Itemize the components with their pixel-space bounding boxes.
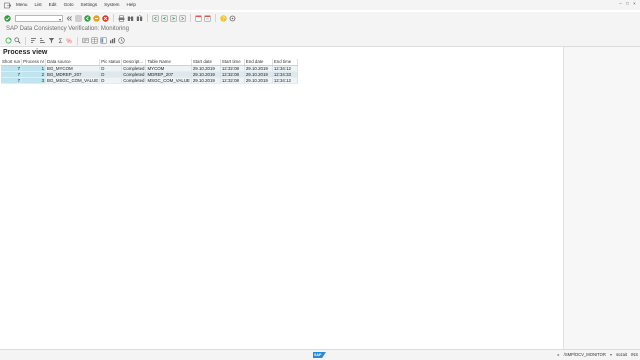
cancel-button[interactable] — [101, 14, 109, 22]
menu-item-edit[interactable]: Edit — [49, 0, 57, 10]
new-session-icon[interactable] — [194, 14, 202, 22]
cell-short-run[interactable]: 7 — [1, 77, 23, 84]
cell-end-date[interactable]: 29.10.2019 — [244, 77, 273, 84]
menu-bar: Menu List Edit Goto Settings System Help… — [0, 0, 640, 10]
last-page-icon[interactable] — [178, 14, 186, 22]
sap-logo: SAP — [313, 352, 326, 358]
menu-item-help[interactable]: Help — [126, 0, 135, 10]
side-panel — [563, 47, 640, 349]
save-icon[interactable] — [74, 14, 82, 22]
menu-exit-icon[interactable] — [3, 1, 11, 9]
svg-text:?: ? — [222, 16, 225, 22]
graphics-icon[interactable] — [108, 37, 116, 45]
print-icon[interactable] — [117, 14, 125, 22]
svg-text:Σ: Σ — [58, 38, 62, 44]
enter-button[interactable] — [3, 14, 11, 22]
process-table: Short run Process nr Data source Pic sta… — [1, 59, 298, 84]
toolbar-separator — [113, 14, 114, 22]
main-content: Process view Short run Process nr Data s… — [0, 47, 563, 349]
maximize-button[interactable]: □ — [625, 1, 630, 6]
minimize-button[interactable]: – — [618, 1, 623, 6]
column-header-process-nr[interactable]: Process nr — [21, 59, 47, 66]
cell-data-source[interactable]: BG_MSGC_COM_VALUE — [45, 77, 101, 84]
double-chevron-left-icon[interactable] — [65, 14, 73, 22]
application-toolbar: Σ % — [0, 35, 640, 47]
find-icon[interactable] — [126, 14, 134, 22]
column-header-pic-status[interactable]: Pic status — [99, 59, 123, 66]
cell-pic-status[interactable]: D — [99, 77, 123, 84]
chevron-down-icon[interactable]: ▾ — [610, 352, 612, 357]
command-field[interactable]: ▾ — [15, 14, 63, 23]
previous-page-icon[interactable] — [160, 14, 168, 22]
cell-process-nr[interactable]: 3 — [21, 77, 47, 84]
system-toolbar: ▾ ? — [0, 12, 640, 24]
window-controls: – □ × — [618, 1, 637, 6]
sum-icon[interactable]: Σ — [56, 37, 64, 45]
cell-description[interactable]: Completed — [121, 77, 147, 84]
filter-icon[interactable] — [47, 37, 55, 45]
menu-item-settings[interactable]: Settings — [81, 0, 98, 10]
history-icon[interactable] — [117, 37, 125, 45]
chevron-down-icon[interactable]: ▾ — [59, 16, 61, 23]
shortcut-icon[interactable] — [203, 14, 211, 22]
cell-description[interactable]: Completed — [121, 71, 147, 78]
customize-layout-icon[interactable] — [228, 14, 236, 22]
next-page-icon[interactable] — [169, 14, 177, 22]
section-title: Process view — [3, 49, 48, 56]
cell-start-date[interactable]: 29.10.2019 — [191, 77, 221, 84]
cell-end-time[interactable]: 12:34:12 — [272, 77, 298, 84]
play-icon[interactable]: ▸ — [558, 352, 560, 357]
menu-item-goto[interactable]: Goto — [64, 0, 74, 10]
user-name: sozait — [616, 352, 628, 357]
first-page-icon[interactable] — [151, 14, 159, 22]
toolbar-separator — [77, 36, 78, 45]
menu-item-menu[interactable]: Menu — [16, 0, 28, 10]
help-icon[interactable]: ? — [219, 14, 227, 22]
svg-text:%: % — [66, 39, 72, 44]
toolbar-separator — [25, 36, 26, 45]
page-title: SAP Data Consistency Verification: Monit… — [6, 26, 129, 32]
print-preview-icon[interactable] — [81, 37, 89, 45]
layout-icon[interactable] — [99, 37, 107, 45]
status-bar: SAP ▸ /SMP/DCV_MONITOR ▾ sozait INS — [0, 349, 640, 360]
cell-table-name[interactable]: MSGC_COM_VALUE — [145, 77, 192, 84]
toolbar-separator — [147, 14, 148, 22]
sort-descending-icon[interactable] — [38, 37, 46, 45]
details-icon[interactable] — [13, 37, 21, 45]
column-header-short-run[interactable]: Short run — [1, 59, 23, 66]
menu-item-system[interactable]: System — [104, 0, 119, 10]
status-info: ▸ /SMP/DCV_MONITOR ▾ sozait INS — [558, 352, 638, 357]
exit-button[interactable] — [92, 14, 100, 22]
transaction-code[interactable]: /SMP/DCV_MONITOR — [564, 352, 606, 357]
refresh-icon[interactable] — [4, 37, 12, 45]
title-bar: SAP Data Consistency Verification: Monit… — [0, 24, 640, 35]
toolbar-separator — [215, 14, 216, 22]
export-icon[interactable] — [90, 37, 98, 45]
close-window-button[interactable]: × — [632, 1, 637, 6]
cell-description[interactable]: Completed — [121, 65, 147, 72]
cell-start-time[interactable]: 12:32:08 — [220, 77, 245, 84]
subtotal-icon[interactable]: % — [65, 37, 73, 45]
toolbar-separator — [190, 14, 191, 22]
table-row[interactable]: 7 3 BG_MSGC_COM_VALUE D Completed MSGC_C… — [1, 77, 298, 84]
back-button[interactable] — [83, 14, 91, 22]
input-mode[interactable]: INS — [631, 352, 638, 357]
find-next-icon[interactable] — [135, 14, 143, 22]
menu-item-list[interactable]: List — [35, 0, 42, 10]
sort-ascending-icon[interactable] — [29, 37, 37, 45]
column-header-description[interactable]: Descript... — [121, 59, 147, 66]
